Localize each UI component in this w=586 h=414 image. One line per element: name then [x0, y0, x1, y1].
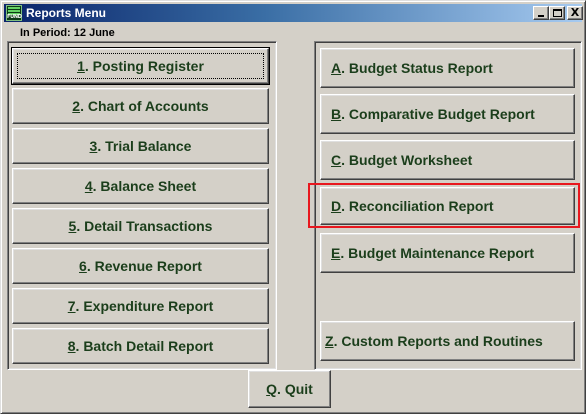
button-label: . Comparative Budget Report [341, 106, 535, 122]
button-label: . Trial Balance [97, 138, 192, 154]
hotkey: B [331, 106, 342, 122]
hotkey: 8 [67, 338, 76, 354]
hotkey: 3 [89, 138, 98, 154]
fund-app-icon: FUND [6, 5, 22, 21]
maximize-button[interactable] [549, 6, 565, 20]
hotkey: 5 [68, 218, 77, 234]
period-label: In Period: 12 June [20, 27, 115, 39]
minimize-button[interactable] [533, 6, 549, 20]
button-label: . Expenditure Report [75, 298, 214, 314]
app-icon-label: FUND [7, 14, 22, 20]
button-label: . Custom Reports and Routines [333, 333, 543, 349]
reports-menu-window: FUND Reports Menu X In Period: 12 June 1… [0, 0, 586, 414]
expenditure-report-button[interactable]: 7. Expenditure Report [12, 288, 269, 324]
button-label: . Batch Detail Report [75, 338, 214, 354]
detail-transactions-button[interactable]: 5. Detail Transactions [12, 208, 269, 244]
balance-sheet-button[interactable]: 4. Balance Sheet [12, 168, 269, 204]
hotkey: Q [266, 381, 278, 397]
button-label: . Budget Maintenance Report [340, 245, 535, 261]
hotkey: 6 [79, 258, 87, 274]
custom-reports-and-routines-button[interactable]: Z. Custom Reports and Routines [320, 321, 575, 361]
title-bar[interactable]: FUND Reports Menu X [4, 4, 583, 22]
chart-of-accounts-button[interactable]: 2. Chart of Accounts [12, 88, 269, 124]
button-label: . Balance Sheet [92, 178, 197, 194]
hotkey: E [331, 245, 341, 261]
minimize-icon [538, 15, 544, 17]
maximize-icon [553, 9, 562, 17]
batch-detail-report-button[interactable]: 8. Batch Detail Report [12, 328, 269, 364]
close-icon: X [570, 6, 580, 19]
button-label: . Chart of Accounts [80, 98, 209, 114]
revenue-report-button[interactable]: 6. Revenue Report [12, 248, 269, 284]
hotkey: 4 [84, 178, 93, 194]
trial-balance-button[interactable]: 3. Trial Balance [12, 128, 269, 164]
focus-indicator [17, 53, 264, 79]
hotkey: Z [325, 333, 334, 349]
hotkey: 7 [67, 298, 76, 314]
button-label: . Budget Worksheet [341, 152, 473, 168]
posting-register-button[interactable]: 1. Posting Register [11, 47, 270, 85]
window-title: Reports Menu [26, 6, 107, 20]
comparative-budget-report-button[interactable]: B. Comparative Budget Report [320, 94, 575, 134]
selection-highlight-box [308, 183, 580, 228]
button-label: . Detail Transactions [76, 218, 213, 234]
hotkey: A [331, 60, 342, 76]
button-label: . Revenue Report [86, 258, 202, 274]
hotkey: 2 [72, 98, 81, 114]
button-label: . Quit [277, 381, 313, 397]
budget-worksheet-button[interactable]: C. Budget Worksheet [320, 140, 575, 180]
budget-status-report-button[interactable]: A. Budget Status Report [320, 48, 575, 88]
hotkey: C [331, 152, 342, 168]
close-button[interactable]: X [567, 6, 583, 20]
quit-button[interactable]: Q. Quit [248, 370, 331, 408]
budget-maintenance-report-button[interactable]: E. Budget Maintenance Report [320, 233, 575, 273]
button-label: . Budget Status Report [341, 60, 493, 76]
